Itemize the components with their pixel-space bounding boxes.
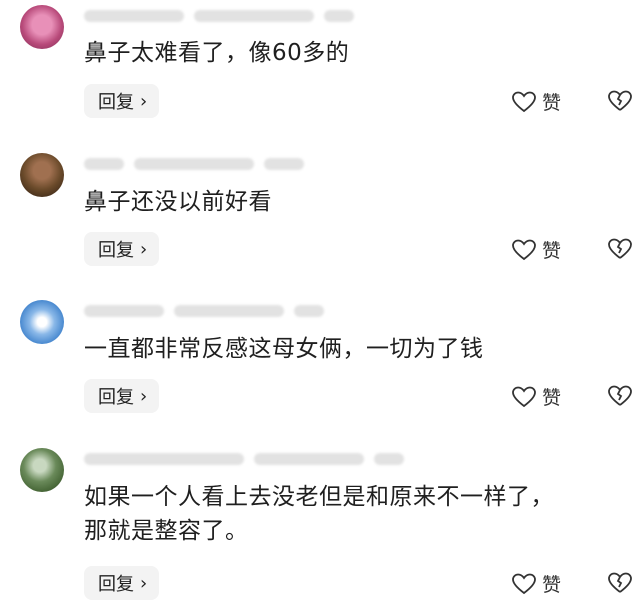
reply-label: 回复 [98, 240, 134, 261]
like-button[interactable]: 赞 [512, 570, 561, 597]
avatar[interactable] [20, 300, 64, 344]
comment-meta-blurred [84, 9, 354, 23]
broken-heart-icon [608, 238, 632, 260]
heart-icon [512, 573, 536, 595]
heart-icon [512, 91, 536, 113]
chevron-right-icon: › [140, 90, 148, 112]
comment-text: 如果一个人看上去没老但是和原来不一样了， 那就是整容了。 [84, 484, 554, 544]
like-button[interactable]: 赞 [512, 236, 561, 263]
reply-label: 回复 [98, 574, 134, 595]
like-label: 赞 [542, 240, 562, 262]
reply-label: 回复 [98, 92, 134, 113]
dislike-button[interactable] [608, 90, 632, 112]
chevron-right-icon: › [140, 385, 148, 407]
comment-meta-blurred [84, 452, 404, 466]
comment-text: 鼻子太难看了，像60多的 [84, 40, 350, 66]
like-button[interactable]: 赞 [512, 383, 561, 410]
avatar[interactable] [20, 153, 64, 197]
broken-heart-icon [608, 90, 632, 112]
reply-button[interactable]: 回复 › [84, 84, 160, 118]
dislike-button[interactable] [608, 238, 632, 260]
chevron-right-icon: › [140, 238, 148, 260]
broken-heart-icon [608, 572, 632, 594]
dislike-button[interactable] [608, 572, 632, 594]
broken-heart-icon [608, 385, 632, 407]
like-label: 赞 [542, 574, 562, 596]
reply-button[interactable]: 回复 › [84, 566, 160, 600]
avatar[interactable] [20, 448, 64, 492]
like-label: 赞 [542, 387, 562, 409]
reply-button[interactable]: 回复 › [84, 379, 160, 413]
avatar[interactable] [20, 5, 64, 49]
comment-text: 一直都非常反感这母女俩，一切为了钱 [84, 336, 484, 362]
comment-meta-blurred [84, 157, 304, 171]
chevron-right-icon: › [140, 572, 148, 594]
comment-text: 鼻子还没以前好看 [84, 189, 272, 215]
like-label: 赞 [542, 92, 562, 114]
dislike-button[interactable] [608, 385, 632, 407]
comment-meta-blurred [84, 304, 324, 318]
heart-icon [512, 239, 536, 261]
heart-icon [512, 386, 536, 408]
like-button[interactable]: 赞 [512, 88, 561, 115]
reply-button[interactable]: 回复 › [84, 232, 160, 266]
reply-label: 回复 [98, 387, 134, 408]
